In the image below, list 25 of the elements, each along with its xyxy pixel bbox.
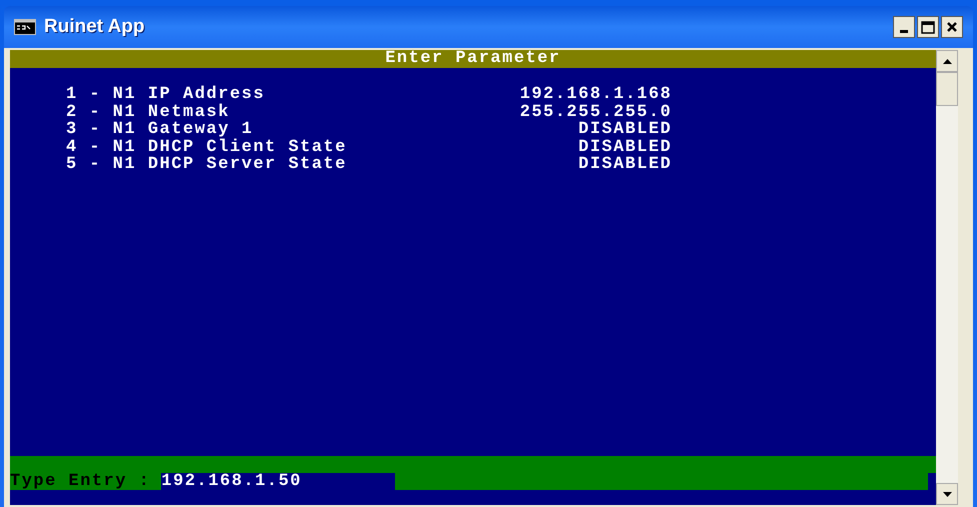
minimize-icon bbox=[900, 30, 908, 33]
scroll-thumb[interactable] bbox=[936, 72, 958, 106]
up-arrow-icon bbox=[942, 58, 952, 64]
parameter-label: 4 - N1 DHCP Client State bbox=[66, 138, 348, 156]
parameter-value: 192.168.1.168 bbox=[518, 86, 672, 104]
header-title: Enter Parameter bbox=[385, 50, 561, 68]
maximize-icon bbox=[921, 20, 935, 34]
parameter-value: DISABLED bbox=[577, 138, 672, 156]
parameter-label: 3 - N1 Gateway 1 bbox=[66, 121, 254, 138]
parameter-label: 1 - N1 IP Address bbox=[66, 86, 266, 104]
parameter-label: 2 - N1 Netmask bbox=[66, 104, 231, 121]
close-icon bbox=[946, 21, 958, 33]
maximize-button[interactable] bbox=[917, 16, 939, 38]
scroll-up-button[interactable] bbox=[936, 50, 958, 72]
window-title: Ruinet App bbox=[44, 14, 145, 39]
parameter-value: DISABLED bbox=[577, 156, 672, 174]
console-icon bbox=[14, 19, 36, 35]
parameter-value: DISABLED bbox=[577, 121, 672, 138]
close-button[interactable] bbox=[941, 16, 963, 38]
parameter-value: 255.255.255.0 bbox=[518, 104, 672, 121]
parameter-label: 5 - N1 DHCP Server State bbox=[66, 156, 348, 174]
scroll-down-button[interactable] bbox=[936, 483, 958, 505]
down-arrow-icon bbox=[942, 492, 952, 496]
entry-label: Type Entry : bbox=[10, 473, 162, 490]
minimize-button[interactable] bbox=[893, 16, 915, 38]
